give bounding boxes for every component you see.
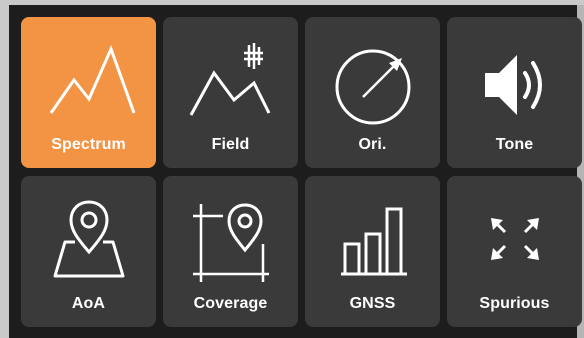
coverage-tile[interactable]: Coverage — [163, 176, 298, 327]
spurious-label: Spurious — [479, 295, 550, 312]
mode-menu-panel: Spectrum Field Ori. Tone AoA Coverage GN… — [9, 5, 584, 338]
coverage-icon — [163, 194, 298, 284]
aoa-label: AoA — [71, 295, 106, 312]
spectrum-icon — [21, 35, 156, 125]
tone-label: Tone — [495, 136, 534, 153]
field-label: Field — [211, 136, 250, 153]
field-tile[interactable]: Field — [163, 17, 298, 168]
spectrum-label: Spectrum — [51, 136, 126, 153]
spectrum-tile[interactable]: Spectrum — [21, 17, 156, 168]
aoa-tile[interactable]: AoA — [21, 176, 156, 327]
gnss-tile[interactable]: GNSS — [305, 176, 440, 327]
expand-arrows-icon — [447, 194, 582, 284]
tone-tile[interactable]: Tone — [447, 17, 582, 168]
spurious-tile[interactable]: Spurious — [447, 176, 582, 327]
field-strength-icon — [163, 35, 298, 125]
compass-icon — [305, 35, 440, 125]
bar-chart-icon — [305, 194, 440, 284]
map-pin-icon — [21, 194, 156, 284]
gnss-label: GNSS — [349, 295, 396, 312]
orientation-tile[interactable]: Ori. — [305, 17, 440, 168]
speaker-icon — [447, 35, 582, 125]
orientation-label: Ori. — [358, 136, 387, 153]
coverage-label: Coverage — [193, 295, 268, 312]
